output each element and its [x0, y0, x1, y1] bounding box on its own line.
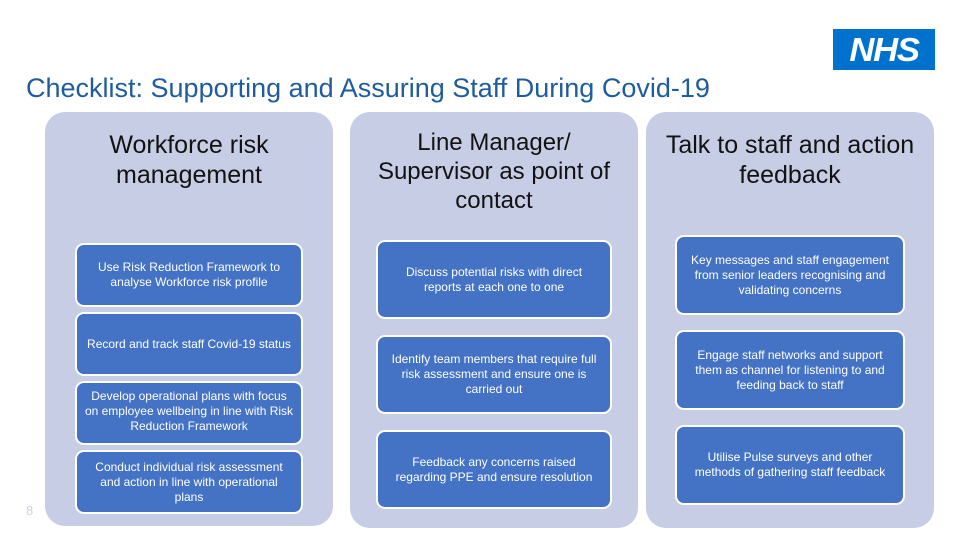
column-items: Use Risk Reduction Framework to analyse … — [45, 243, 333, 519]
checklist-item[interactable]: Key messages and staff engagement from s… — [675, 235, 905, 315]
column-panel-talk-to-staff: Talk to staff and action feedback Key me… — [646, 112, 934, 528]
column-panel-workforce-risk-management: Workforce risk management Use Risk Reduc… — [45, 112, 333, 526]
checklist-item-label: Develop operational plans with focus on … — [84, 389, 294, 433]
checklist-item-label: Utilise Pulse surveys and other methods … — [694, 450, 886, 479]
checklist-item-label: Record and track staff Covid-19 status — [87, 336, 291, 351]
slide-canvas: NHS Checklist: Supporting and Assuring S… — [0, 0, 960, 540]
column-items: Discuss potential risks with direct repo… — [350, 240, 638, 525]
checklist-item[interactable]: Develop operational plans with focus on … — [75, 381, 303, 445]
checklist-item[interactable]: Identify team members that require full … — [376, 335, 612, 414]
nhs-logo: NHS — [833, 29, 935, 70]
slide-number: 8 — [26, 503, 34, 518]
column-header: Line Manager/ Supervisor as point of con… — [377, 129, 611, 214]
column-header: Workforce risk management — [109, 131, 269, 189]
checklist-item-label: Engage staff networks and support them a… — [695, 347, 885, 392]
checklist-item[interactable]: Utilise Pulse surveys and other methods … — [675, 425, 905, 505]
nhs-logo-text: NHS — [849, 31, 920, 68]
checklist-item-label: Identify team members that require full … — [391, 352, 597, 396]
checklist-item-label: Conduct individual risk assessment and a… — [95, 459, 283, 504]
column-header: Talk to staff and action feedback — [665, 131, 915, 189]
page-title: Checklist: Supporting and Assuring Staff… — [26, 73, 710, 103]
checklist-item[interactable]: Feedback any concerns raised regarding P… — [376, 430, 612, 509]
checklist-item[interactable]: Use Risk Reduction Framework to analyse … — [75, 243, 303, 307]
checklist-item-label: Key messages and staff engagement from s… — [691, 252, 889, 297]
checklist-item[interactable]: Conduct individual risk assessment and a… — [75, 450, 303, 514]
checklist-item[interactable]: Discuss potential risks with direct repo… — [376, 240, 612, 319]
checklist-item-label: Use Risk Reduction Framework to analyse … — [97, 260, 281, 289]
checklist-item[interactable]: Engage staff networks and support them a… — [675, 330, 905, 410]
checklist-item[interactable]: Record and track staff Covid-19 status — [75, 312, 303, 376]
column-items: Key messages and staff engagement from s… — [646, 235, 934, 520]
checklist-item-label: Discuss potential risks with direct repo… — [405, 264, 583, 294]
checklist-item-label: Feedback any concerns raised regarding P… — [395, 454, 593, 484]
column-panel-line-manager-supervisor: Line Manager/ Supervisor as point of con… — [350, 112, 638, 528]
